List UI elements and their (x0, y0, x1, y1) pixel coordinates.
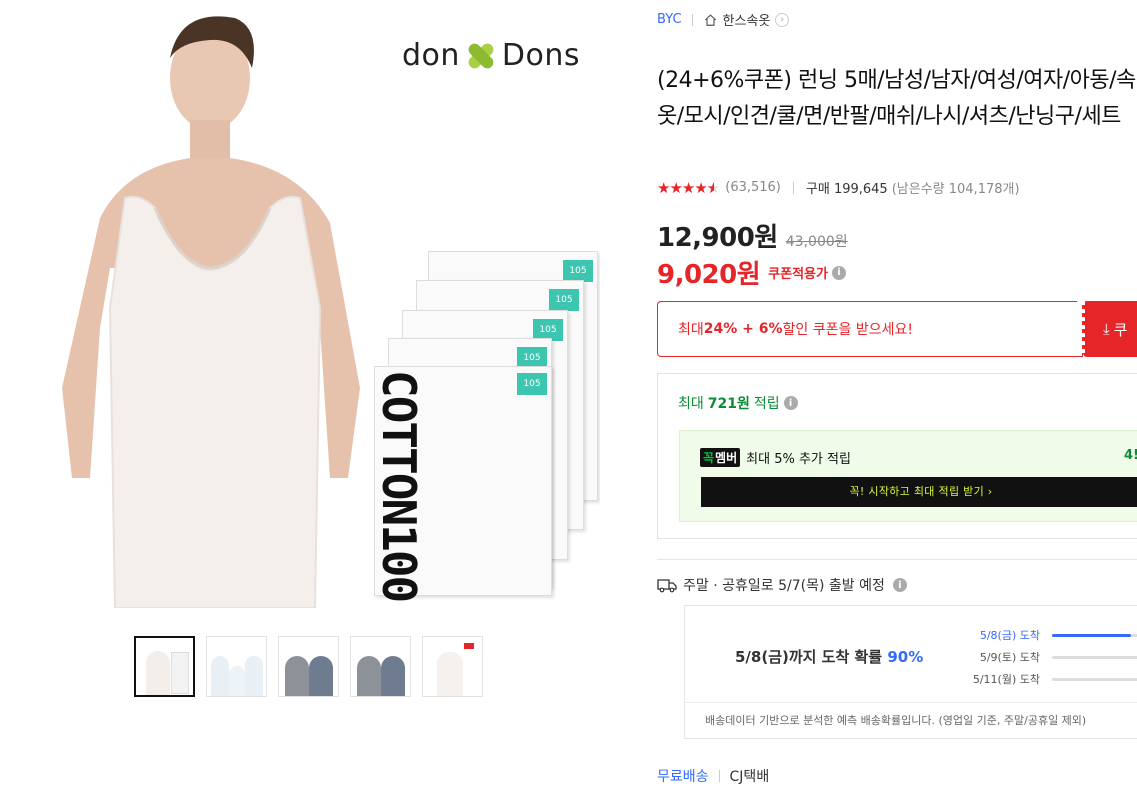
coupon-banner-highlight: 24% + 6% (703, 321, 783, 337)
thumbnail-strip (134, 636, 483, 697)
coupon-button-label: 쿠 (1113, 320, 1128, 339)
arrival-bar-row: 5/9(토) 도착 (940, 646, 1137, 668)
membership-head: 꼭 멤버 최대 5% 추가 적립 (700, 448, 851, 467)
membership-box: 꼭멤버 최대 5% 추가 적립 4! 꼭! 시작하고 최대 적립 받기 › (679, 430, 1137, 522)
price-row: 12,900원 43,000원 (657, 217, 848, 254)
arrival-probability-box: 5/8(금)까지 도착 확률 90% 5/8(금) 도착 5/9(토) 도착 5/1… (684, 605, 1137, 739)
original-price: 43,000원 (785, 234, 848, 250)
arrival-bar-label: 5/11(월) 도착 (972, 673, 1040, 686)
brand-logo: don Dons (402, 38, 581, 73)
arrival-bar-label: 5/9(토) 도착 (979, 651, 1040, 664)
star-rating-icon[interactable]: ★★★★★ (657, 179, 720, 197)
thumb-gray-tshirt[interactable] (278, 636, 339, 697)
coupon-price: 9,020원 (657, 260, 761, 290)
arrival-summary: 5/8(금)까지 도착 확률 90% (735, 646, 923, 667)
thumb-gray-tshirt-2[interactable] (350, 636, 411, 697)
membership-percent: 4! (1124, 448, 1137, 463)
cotton-label: COTTON100 (372, 370, 426, 602)
logo-mark-icon (464, 40, 498, 71)
arrival-summary-text: 5/8(금)까지 도착 확률 (735, 648, 883, 666)
coupon-price-row: 9,020원 쿠폰적용가 i (657, 254, 846, 291)
truck-icon (657, 579, 677, 593)
coupon-download-button[interactable]: ⤓ 쿠 (1077, 301, 1137, 357)
info-icon[interactable]: i (783, 396, 798, 410)
download-icon: ⤓ (1103, 320, 1110, 338)
arrival-note: 배송데이터 기반으로 분석한 예측 배송확률입니다. (영업일 기준, 주말/공… (685, 702, 1137, 740)
shipping-notice-text: 주말 · 공휴일로 5/7(목) 출발 예정 (683, 578, 885, 594)
reward-amount: 721원 (707, 396, 750, 412)
coupon-banner-prefix: 최대 (678, 322, 704, 338)
info-icon[interactable]: i (831, 265, 846, 280)
brand-link[interactable]: BYC (657, 12, 682, 27)
arrival-bar-row: 5/11(월) 도착 (940, 668, 1137, 690)
shipping-notice: 주말 · 공휴일로 5/7(목) 출발 예정 i (657, 575, 907, 595)
remaining-stock: (남은수량 104,178개) (891, 182, 1020, 197)
coupon-price-label: 쿠폰적용가 (768, 267, 828, 282)
arrival-bars: 5/8(금) 도착 5/9(토) 도착 5/11(월) 도착 (940, 624, 1137, 690)
breadcrumb: BYC 한스속옷 › (657, 10, 790, 29)
rating-count[interactable]: (63,516) (725, 180, 781, 195)
section-divider (657, 559, 1137, 560)
coupon-banner[interactable]: 최대 24% + 6% 할인 쿠폰을 받으세요! (657, 301, 1083, 357)
rating-divider (792, 181, 794, 194)
thumb-white-tank-cotton[interactable] (134, 636, 195, 697)
arrival-bar-fill (1052, 633, 1132, 637)
membership-start-button[interactable]: 꼭! 시작하고 최대 적립 받기 › (701, 477, 1137, 507)
breadcrumb-divider (691, 13, 693, 26)
carrier-label: CJ택배 (729, 769, 770, 785)
arrival-bar-track (1052, 655, 1137, 659)
rating-row: ★★★★★ (63,516) 구매 199,645 (남은수량 104,178개… (657, 178, 1020, 198)
category-link[interactable]: 한스속옷 (723, 10, 771, 29)
product-page: don Dons 105 105 105 105 105 COTTON100 B… (0, 0, 1137, 796)
chevron-right-icon[interactable]: › (775, 12, 790, 27)
membership-logo: 꼭 멤버 (700, 448, 741, 467)
purchase-count: 구매 199,645 (805, 182, 888, 197)
home-icon[interactable] (703, 13, 718, 27)
reward-suffix: 적립 (753, 396, 780, 412)
delivery-divider (718, 770, 720, 782)
reward-prefix: 최대 (678, 396, 704, 412)
coupon-notch (1077, 301, 1085, 357)
product-title: (24+6%쿠폰) 런닝 5매/남성/남자/여성/여자/아동/속옷/모시/인견/… (657, 68, 1136, 129)
reward-line: 최대 721원 적립 i (678, 393, 798, 413)
sale-price: 12,900원 (657, 223, 778, 253)
product-main-image[interactable]: don Dons 105 105 105 105 105 COTTON100 (30, 8, 600, 608)
reward-box: 최대 721원 적립 i 꼭멤버 최대 5% 추가 적립 4! 꼭! 시작하고 … (657, 373, 1137, 539)
thumb-byc-model[interactable] (422, 636, 483, 697)
membership-text: 최대 5% 추가 적립 (746, 452, 851, 467)
free-shipping-label: 무료배송 (657, 769, 709, 785)
coupon-banner-suffix: 할인 쿠폰을 받으세요! (782, 322, 913, 338)
arrival-bar-row: 5/8(금) 도착 (940, 624, 1137, 646)
arrival-bar-track (1052, 677, 1137, 681)
arrival-percent: 90% (887, 648, 924, 666)
arrival-bar-track (1052, 633, 1137, 637)
arrival-bar-label: 5/8(금) 도착 (979, 629, 1040, 642)
delivery-row: 무료배송 CJ택배 (657, 766, 769, 786)
thumb-family-set[interactable] (206, 636, 267, 697)
info-icon[interactable]: i (892, 578, 907, 592)
